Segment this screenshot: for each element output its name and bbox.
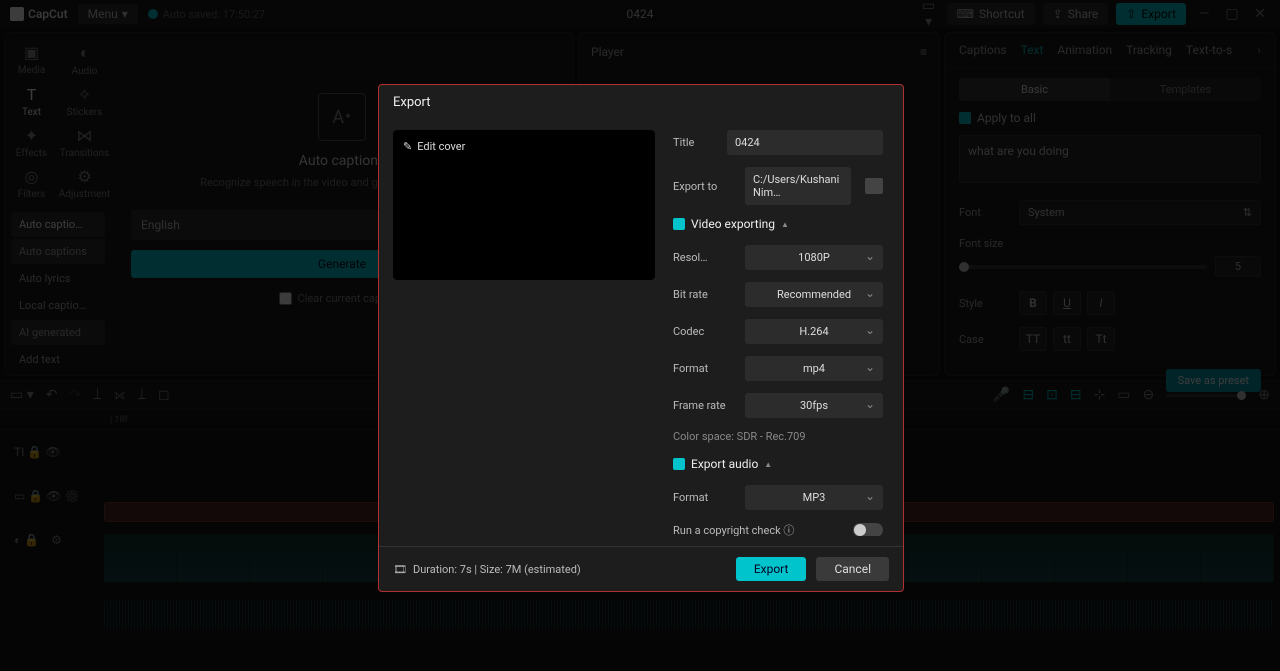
title-input[interactable] — [727, 130, 883, 155]
codec-label: Codec — [673, 325, 735, 338]
copyright-toggle[interactable] — [853, 523, 883, 536]
cover-preview: ✎ Edit cover — [393, 130, 655, 280]
audio-export-checkbox[interactable] — [673, 458, 685, 470]
modal-title: Export — [379, 85, 903, 120]
format-label: Format — [673, 362, 735, 375]
fps-select[interactable]: 30fps — [745, 393, 883, 418]
exportto-label: Export to — [673, 180, 735, 193]
colorspace-label: Color space: SDR - Rec.709 — [673, 430, 883, 443]
audio-export-label: Export audio — [691, 457, 758, 471]
video-export-checkbox[interactable] — [673, 218, 685, 230]
modal-export-button[interactable]: Export — [736, 557, 807, 581]
format-select[interactable]: mp4 — [745, 356, 883, 381]
browse-icon[interactable] — [865, 178, 883, 194]
copyright-label: Run a copyright check ⓘ — [673, 522, 794, 536]
title-label: Title — [673, 136, 717, 149]
bitrate-select[interactable]: Recommended — [745, 282, 883, 307]
resolution-select[interactable]: 1080P — [745, 245, 883, 270]
codec-select[interactable]: H.264 — [745, 319, 883, 344]
film-icon: 🎞 — [393, 563, 407, 576]
aformat-label: Format — [673, 491, 735, 504]
modal-cancel-button[interactable]: Cancel — [816, 557, 889, 581]
res-label: Resol… — [673, 251, 735, 264]
video-export-label: Video exporting — [691, 217, 775, 231]
export-modal: Export ✎ Edit cover Title Export to C:/Us… — [378, 84, 904, 592]
export-stats: Duration: 7s | Size: 7M (estimated) — [413, 563, 581, 576]
edit-cover-button[interactable]: ✎ Edit cover — [403, 140, 645, 153]
audio-format-select[interactable]: MP3 — [745, 485, 883, 510]
fps-label: Frame rate — [673, 399, 735, 412]
bitrate-label: Bit rate — [673, 288, 735, 301]
info-icon[interactable]: ⓘ — [783, 524, 794, 536]
exportto-path: C:/Users/Kushani Nim… — [745, 167, 851, 205]
